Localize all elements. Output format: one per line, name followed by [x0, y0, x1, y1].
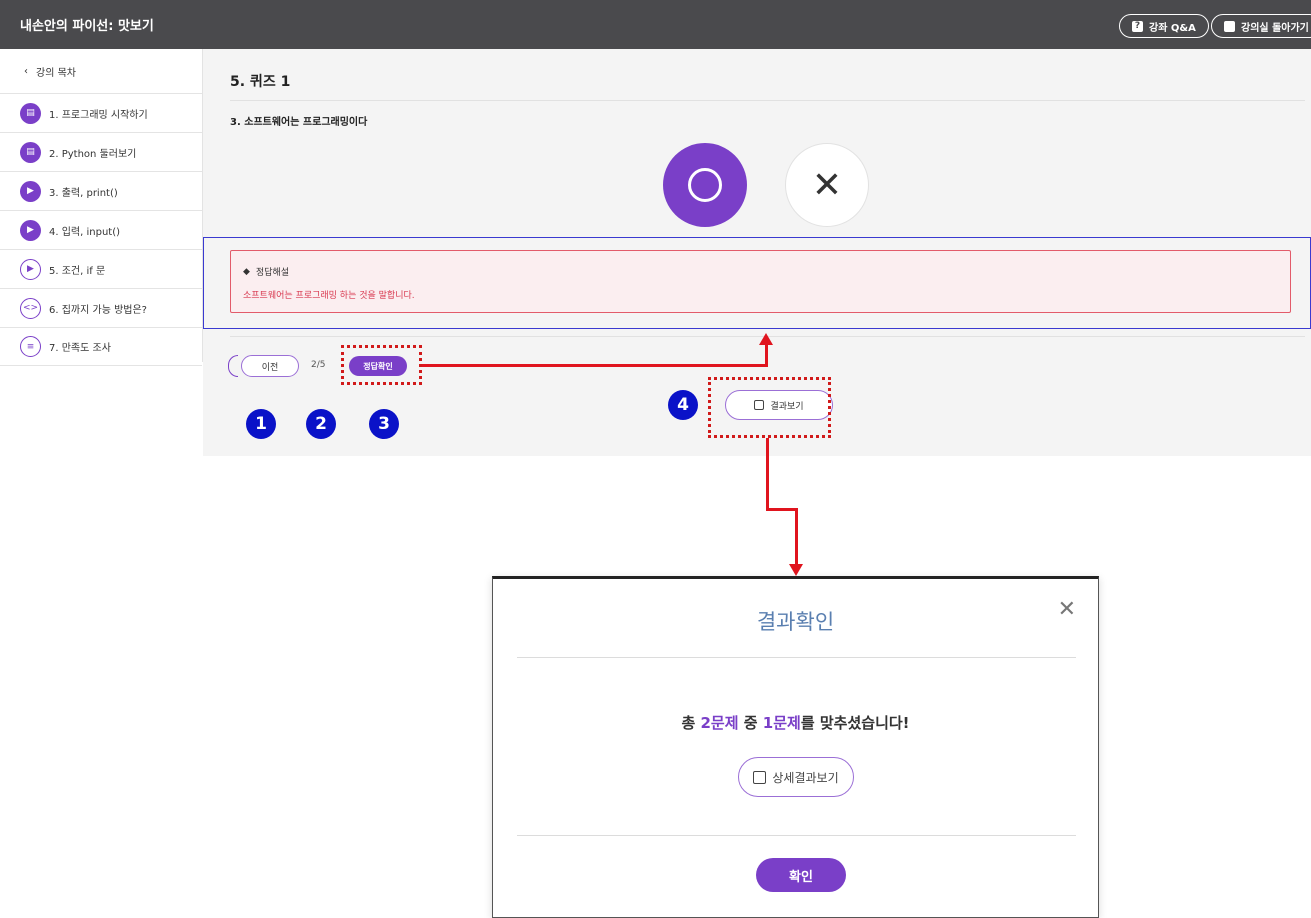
explanation-box: ◆ 정답해설 소프트웨어는 프로그래밍 하는 것을 말합니다. — [230, 250, 1291, 313]
back-to-classroom-label: 강의실 돌아가기 — [1241, 22, 1309, 34]
circle-icon — [688, 168, 722, 202]
total-count: 2문제 — [700, 714, 739, 732]
divider — [517, 835, 1076, 836]
sidebar-item-7[interactable]: ≡ 7. 만족도 조사 — [0, 327, 202, 366]
sidebar-item-6[interactable]: <> 6. 집까지 가능 방법은? — [0, 288, 202, 327]
step-badge-3: 3 — [369, 409, 399, 439]
sidebar-item-label: 2. Python 둘러보기 — [49, 148, 137, 160]
explanation-text: 소프트웨어는 프로그래밍 하는 것을 말합니다. — [243, 291, 415, 301]
sidebar-item-3[interactable]: ▶ 3. 출력, print() — [0, 171, 202, 210]
arrow-head-up — [759, 333, 773, 345]
sidebar-item-label: 4. 입력, input() — [49, 226, 121, 238]
annotation-arrow — [766, 508, 797, 511]
divider — [517, 657, 1076, 658]
sidebar-item-label: 3. 출력, print() — [49, 187, 118, 199]
detail-result-label: 상세결과보기 — [772, 770, 839, 785]
step-badge-4: 4 — [668, 390, 698, 420]
step-badge-1: 1 — [246, 409, 276, 439]
close-icon: ✕ — [811, 164, 843, 206]
correct-count: 1문제 — [762, 714, 801, 732]
quiz-panel: 5. 퀴즈 1 3. 소프트웨어는 프로그래밍이다 ✕ ◆ 정답해설 소프트웨어… — [203, 49, 1311, 456]
choice-x-button[interactable]: ✕ — [785, 143, 869, 227]
video-icon: ▶ — [20, 180, 41, 202]
course-qa-button[interactable]: ? 강좌 Q&A — [1119, 14, 1209, 38]
chevron-left-icon: ‹ — [24, 65, 28, 77]
external-link-icon — [753, 770, 767, 784]
page-indicator: 2/5 — [311, 360, 326, 370]
detail-result-button[interactable]: 상세결과보기 — [738, 757, 854, 797]
sidebar-back-button[interactable]: ‹ 강의 목차 — [0, 49, 202, 93]
step-badge-2: 2 — [306, 409, 336, 439]
quiz-question: 3. 소프트웨어는 프로그래밍이다 — [230, 117, 368, 128]
highlight-box-3 — [341, 345, 422, 385]
sidebar: ‹ 강의 목차 ▤ 1. 프로그래밍 시작하기 ▤ 2. Python 둘러보기… — [0, 49, 203, 366]
sidebar-item-5[interactable]: ▶ 5. 조건, if 문 — [0, 249, 202, 288]
modal-title: 결과확인 — [756, 610, 835, 634]
explanation-title: 정답해설 — [255, 268, 290, 278]
annotation-arrow — [795, 508, 798, 564]
sidebar-back-label: 강의 목차 — [36, 67, 76, 79]
explanation-highlight: ◆ 정답해설 소프트웨어는 프로그래밍 하는 것을 말합니다. — [203, 237, 1311, 329]
back-to-classroom-button[interactable]: 강의실 돌아가기 — [1211, 14, 1311, 38]
document-icon: ▤ — [20, 102, 41, 124]
highlight-box-4 — [708, 377, 831, 438]
code-icon: <> — [20, 297, 41, 319]
save-icon — [1224, 20, 1235, 32]
course-qa-label: 강좌 Q&A — [1149, 22, 1196, 34]
annotation-arrow — [766, 438, 769, 510]
arrow-head-down — [789, 564, 803, 576]
annotation-arrow — [422, 364, 768, 367]
sidebar-item-2[interactable]: ▤ 2. Python 둘러보기 — [0, 132, 202, 171]
pager-edge — [228, 355, 238, 377]
close-icon[interactable]: ✕ — [1058, 597, 1076, 622]
video-icon: ▶ — [20, 258, 41, 280]
ok-button[interactable]: 확인 — [756, 858, 846, 892]
annotation-arrow — [765, 344, 768, 367]
divider — [230, 100, 1305, 101]
result-modal: 결과확인 ✕ 총 2문제 중 1문제를 맞추셨습니다! 상세결과보기 확인 — [492, 576, 1099, 918]
sidebar-item-label: 1. 프로그래밍 시작하기 — [49, 109, 148, 121]
sidebar-item-1[interactable]: ▤ 1. 프로그래밍 시작하기 — [0, 93, 202, 132]
question-icon: ? — [1132, 20, 1143, 32]
lightbulb-icon: ◆ — [243, 266, 250, 277]
explanation-header: ◆ 정답해설 — [243, 265, 290, 279]
sidebar-item-label: 6. 집까지 가능 방법은? — [49, 304, 147, 316]
sidebar-item-label: 7. 만족도 조사 — [49, 343, 111, 354]
quiz-title: 5. 퀴즈 1 — [230, 74, 291, 90]
document-icon: ▤ — [20, 141, 41, 163]
app-title: 내손안의 파이선: 맛보기 — [20, 19, 154, 34]
sidebar-item-label: 5. 조건, if 문 — [49, 265, 106, 277]
sidebar-item-4[interactable]: ▶ 4. 입력, input() — [0, 210, 202, 249]
top-bar: 내손안의 파이선: 맛보기 ? 강좌 Q&A 강의실 돌아가기 — [0, 0, 1311, 49]
result-message: 총 2문제 중 1문제를 맞추셨습니다! — [681, 714, 910, 732]
prev-button[interactable]: 이전 — [241, 355, 299, 377]
video-icon: ▶ — [20, 219, 41, 241]
survey-icon: ≡ — [20, 336, 41, 357]
choice-o-button[interactable] — [663, 143, 747, 227]
